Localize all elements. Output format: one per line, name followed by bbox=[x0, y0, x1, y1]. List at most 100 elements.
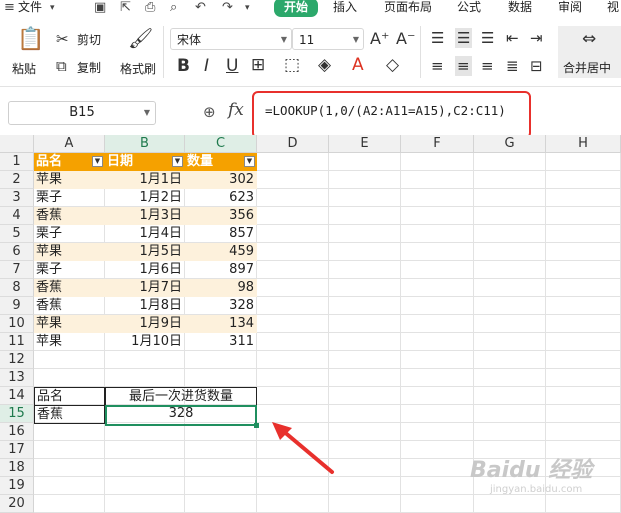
cell-product-name[interactable]: 栗子 bbox=[34, 189, 105, 207]
tab-review[interactable]: 审阅 bbox=[558, 0, 582, 17]
cell-product-name[interactable]: 栗子 bbox=[34, 261, 105, 279]
table-header-c[interactable]: 数量 ▼ bbox=[185, 153, 257, 171]
cell-quantity[interactable]: 459 bbox=[185, 243, 257, 261]
copy-button[interactable]: 复制 bbox=[77, 59, 101, 76]
table-header-b[interactable]: 日期 ▼ bbox=[105, 153, 185, 171]
filter-dropdown-icon[interactable]: ▼ bbox=[244, 156, 255, 167]
cell-quantity[interactable]: 311 bbox=[185, 333, 257, 351]
table-header-a[interactable]: 品名 ▼ bbox=[34, 153, 105, 171]
justify-icon[interactable]: ≣ bbox=[506, 56, 519, 76]
align-left-icon[interactable]: ≡ bbox=[431, 56, 444, 76]
row-header-10[interactable]: 10 bbox=[0, 315, 34, 333]
lookup-label-result[interactable]: 最后一次进货数量 bbox=[105, 387, 257, 406]
font-size-dropdown[interactable]: 11 ▼ bbox=[292, 28, 364, 50]
cell-product-name[interactable]: 香蕉 bbox=[34, 279, 105, 297]
row-header-5[interactable]: 5 bbox=[0, 225, 34, 243]
lookup-label-name[interactable]: 品名 bbox=[34, 387, 105, 406]
undo-icon[interactable]: ↶ bbox=[195, 0, 206, 15]
column-header-g[interactable]: G bbox=[474, 135, 546, 153]
merge-center-button[interactable]: ⇔ 合并居中 bbox=[558, 26, 621, 78]
save-icon[interactable]: ▣ bbox=[94, 0, 106, 15]
column-header-f[interactable]: F bbox=[401, 135, 474, 153]
column-header-c[interactable]: C bbox=[185, 135, 257, 153]
align-middle-icon[interactable]: ☰ bbox=[455, 28, 473, 48]
file-dropdown-icon[interactable]: ▾ bbox=[50, 3, 55, 13]
cell-quantity[interactable]: 328 bbox=[185, 297, 257, 315]
row-header-8[interactable]: 8 bbox=[0, 279, 34, 297]
paste-button[interactable]: 粘贴 bbox=[12, 60, 36, 77]
borders-icon[interactable]: ⊞ bbox=[251, 55, 265, 75]
lookup-name-value[interactable]: 香蕉 bbox=[34, 405, 105, 424]
font-name-dropdown[interactable]: 宋体 ▼ bbox=[170, 28, 292, 50]
cell-quantity[interactable]: 134 bbox=[185, 315, 257, 333]
cell-product-name[interactable]: 苹果 bbox=[34, 333, 105, 351]
align-top-icon[interactable]: ☰ bbox=[431, 28, 444, 48]
row-header-6[interactable]: 6 bbox=[0, 243, 34, 261]
cell-date[interactable]: 1月9日 bbox=[105, 315, 185, 333]
decrease-indent-icon[interactable]: ⇤ bbox=[506, 28, 519, 48]
row-header-1[interactable]: 1 bbox=[0, 153, 34, 171]
select-all-corner[interactable] bbox=[0, 135, 34, 153]
cell-quantity[interactable]: 302 bbox=[185, 171, 257, 189]
cell-date[interactable]: 1月7日 bbox=[105, 279, 185, 297]
paste-icon[interactable]: 📋 bbox=[17, 29, 44, 51]
cell-date[interactable]: 1月4日 bbox=[105, 225, 185, 243]
cell-product-name[interactable]: 香蕉 bbox=[34, 207, 105, 225]
tab-file[interactable]: 文件 bbox=[18, 0, 42, 17]
row-header-20[interactable]: 20 bbox=[0, 495, 34, 513]
row-header-7[interactable]: 7 bbox=[0, 261, 34, 279]
cell-date[interactable]: 1月1日 bbox=[105, 171, 185, 189]
row-header-16[interactable]: 16 bbox=[0, 423, 34, 441]
cell-quantity[interactable]: 897 bbox=[185, 261, 257, 279]
italic-icon[interactable]: I bbox=[204, 56, 209, 76]
cell-product-name[interactable]: 苹果 bbox=[34, 171, 105, 189]
menu-icon[interactable]: ≡ bbox=[4, 0, 15, 15]
tab-page-layout[interactable]: 页面布局 bbox=[384, 0, 432, 17]
cell-date[interactable]: 1月10日 bbox=[105, 333, 185, 351]
format-painter-button[interactable]: 格式刷 bbox=[120, 60, 156, 77]
print-icon[interactable]: ⎙ bbox=[145, 0, 155, 15]
tab-insert[interactable]: 插入 bbox=[333, 0, 357, 17]
column-header-e[interactable]: E bbox=[329, 135, 401, 153]
font-color-icon[interactable]: A bbox=[352, 55, 364, 75]
cell-date[interactable]: 1月2日 bbox=[105, 189, 185, 207]
fill-color-icon[interactable]: ◈ bbox=[318, 55, 331, 75]
cell-quantity[interactable]: 356 bbox=[185, 207, 257, 225]
column-header-a[interactable]: A bbox=[34, 135, 105, 153]
decrease-font-icon[interactable]: A⁻ bbox=[396, 29, 415, 49]
row-header-11[interactable]: 11 bbox=[0, 333, 34, 351]
zoom-icon[interactable]: ⊕ bbox=[203, 103, 216, 121]
tab-view[interactable]: 视 bbox=[607, 0, 619, 17]
cell-style-icon[interactable]: ⬚ bbox=[284, 55, 300, 75]
cell-quantity[interactable]: 623 bbox=[185, 189, 257, 207]
clear-format-icon[interactable]: ◇ bbox=[386, 55, 399, 75]
row-header-12[interactable]: 12 bbox=[0, 351, 34, 369]
fill-handle[interactable] bbox=[254, 423, 259, 428]
row-header-17[interactable]: 17 bbox=[0, 441, 34, 459]
filter-dropdown-icon[interactable]: ▼ bbox=[172, 156, 183, 167]
cell-quantity[interactable]: 98 bbox=[185, 279, 257, 297]
row-header-19[interactable]: 19 bbox=[0, 477, 34, 495]
tab-formulas[interactable]: 公式 bbox=[457, 0, 481, 17]
bold-icon[interactable]: B bbox=[177, 56, 190, 76]
row-header-15[interactable]: 15 bbox=[0, 405, 34, 423]
row-header-13[interactable]: 13 bbox=[0, 369, 34, 387]
cell-date[interactable]: 1月8日 bbox=[105, 297, 185, 315]
name-box[interactable]: B15 ▼ bbox=[8, 101, 156, 125]
cell-product-name[interactable]: 苹果 bbox=[34, 243, 105, 261]
tab-data[interactable]: 数据 bbox=[508, 0, 532, 17]
quick-access-dropdown-icon[interactable]: ▾ bbox=[245, 3, 250, 13]
print-preview-icon[interactable]: ⌕ bbox=[170, 0, 177, 15]
column-header-b[interactable]: B bbox=[105, 135, 185, 153]
column-header-d[interactable]: D bbox=[257, 135, 329, 153]
align-bottom-icon[interactable]: ☰ bbox=[481, 28, 494, 48]
cell-product-name[interactable]: 苹果 bbox=[34, 315, 105, 333]
cell-product-name[interactable]: 香蕉 bbox=[34, 297, 105, 315]
row-header-3[interactable]: 3 bbox=[0, 189, 34, 207]
fx-icon[interactable]: fx bbox=[228, 100, 244, 120]
row-header-4[interactable]: 4 bbox=[0, 207, 34, 225]
cell-quantity[interactable]: 857 bbox=[185, 225, 257, 243]
tab-home[interactable]: 开始 bbox=[274, 0, 319, 17]
redo-icon[interactable]: ↷ bbox=[222, 0, 233, 15]
increase-font-icon[interactable]: A⁺ bbox=[370, 29, 389, 49]
